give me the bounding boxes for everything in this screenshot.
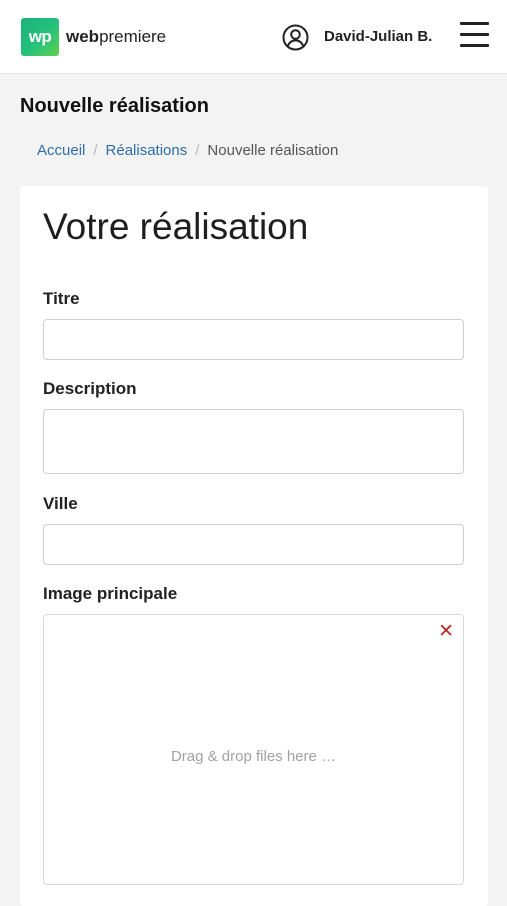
- breadcrumb-separator: /: [93, 142, 98, 159]
- description-label: Description: [43, 379, 137, 398]
- image-dropzone[interactable]: ✕ Drag & drop files here …: [43, 614, 464, 885]
- logo-text-bold: web: [66, 27, 100, 46]
- breadcrumb-current: Nouvelle réalisation: [207, 142, 339, 159]
- logo-text[interactable]: webpremiere: [66, 27, 166, 47]
- breadcrumb: Accueil / Réalisations / Nouvelle réalisatio…: [37, 142, 338, 159]
- breadcrumb-home-link[interactable]: Accueil: [37, 142, 85, 159]
- image-principale-label: Image principale: [43, 584, 178, 603]
- remove-image-icon[interactable]: ✕: [438, 622, 454, 641]
- page-title: Nouvelle réalisation: [20, 95, 209, 117]
- breadcrumb-section-link[interactable]: Réalisations: [106, 142, 188, 159]
- top-header: wp webpremiere David-Julian B.: [0, 0, 507, 74]
- breadcrumb-separator: /: [195, 142, 200, 159]
- ville-input[interactable]: [43, 524, 464, 565]
- form-card: Votre réalisation Titre Description Vill…: [20, 186, 488, 906]
- menu-bar: [460, 33, 489, 36]
- menu-bar: [460, 22, 489, 25]
- user-name[interactable]: David-Julian B.: [324, 28, 432, 45]
- description-textarea[interactable]: [43, 409, 464, 474]
- form-title: Votre réalisation: [43, 206, 309, 247]
- logo-text-rest: premiere: [99, 27, 167, 46]
- hamburger-menu-icon[interactable]: [460, 22, 489, 48]
- titre-input[interactable]: [43, 319, 464, 360]
- menu-bar: [460, 44, 489, 47]
- user-account-icon[interactable]: [282, 24, 309, 51]
- ville-label: Ville: [43, 494, 78, 513]
- titre-label: Titre: [43, 289, 80, 308]
- logo-mark[interactable]: wp: [21, 18, 59, 56]
- dropzone-hint: Drag & drop files here …: [170, 748, 337, 765]
